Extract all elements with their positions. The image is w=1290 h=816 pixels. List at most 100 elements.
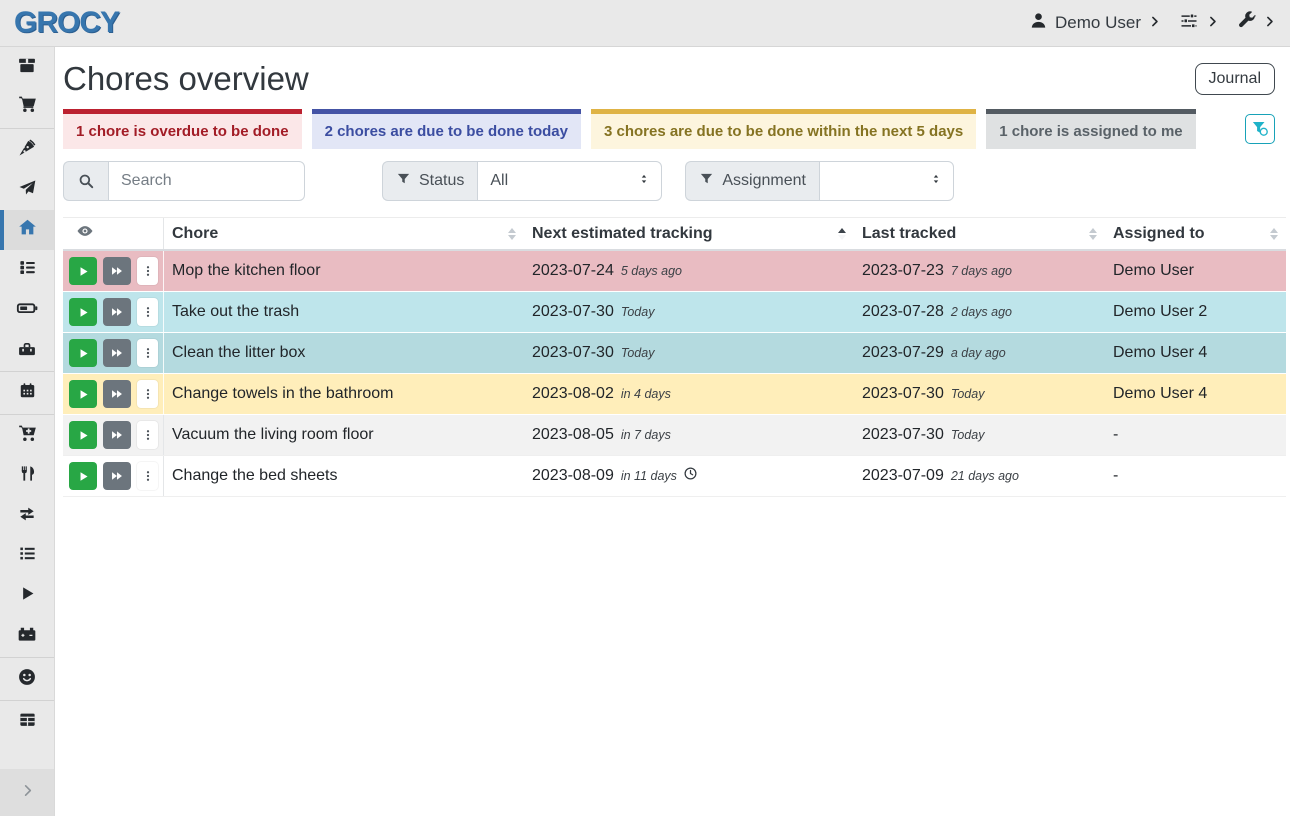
clear-filter-icon — [1251, 119, 1269, 140]
table-row: Mop the kitchen floor 2023-07-24 5 days a… — [63, 251, 1286, 292]
banner-overdue[interactable]: 1 chore is overdue to be done — [63, 109, 302, 149]
status-select[interactable]: All — [477, 161, 662, 201]
track-execution-button[interactable] — [69, 298, 97, 326]
last-tracked-date: 2023-07-09 — [862, 467, 944, 485]
sidebar-item-chores-overview[interactable] — [0, 210, 54, 250]
row-menu-button[interactable] — [137, 421, 158, 449]
column-header-last-tracked[interactable]: Last tracked — [854, 218, 1105, 249]
sidebar-spacer — [0, 742, 54, 769]
car-battery-icon — [17, 624, 37, 649]
search-group — [63, 161, 305, 201]
track-execution-button[interactable] — [69, 380, 97, 408]
cart-icon — [17, 94, 38, 120]
sidebar-divider — [0, 414, 54, 415]
sidebar-collapse-toggle[interactable] — [0, 769, 54, 816]
next-tracking-date: 2023-07-24 — [532, 262, 614, 280]
toolbox-icon — [17, 338, 37, 363]
row-menu-button[interactable] — [137, 298, 158, 326]
last-tracked-date: 2023-07-30 — [862, 426, 944, 444]
sidebar-item-master-data[interactable] — [0, 702, 54, 742]
track-execution-button[interactable] — [69, 462, 97, 490]
filter-icon — [396, 171, 411, 191]
track-execution-button[interactable] — [69, 339, 97, 367]
next-tracking-relative: in 7 days — [621, 428, 671, 442]
last-tracked-relative: 21 days ago — [951, 469, 1019, 483]
user-menu[interactable]: Demo User — [1029, 11, 1161, 35]
eye-icon — [76, 222, 94, 245]
skip-execution-button[interactable] — [103, 380, 131, 408]
play-icon — [18, 584, 37, 608]
clear-filters-button[interactable] — [1245, 114, 1275, 144]
search-input[interactable] — [108, 161, 305, 201]
chevron-right-icon — [1148, 13, 1161, 33]
next-tracking-date: 2023-07-30 — [532, 303, 614, 321]
sort-icon — [508, 228, 516, 240]
next-tracking-relative: in 11 days — [621, 469, 677, 483]
journal-button[interactable]: Journal — [1195, 63, 1275, 95]
select-caret-icon — [637, 172, 651, 191]
chore-name: Mop the kitchen floor — [164, 251, 524, 291]
table-row: Clean the litter box 2023-07-30Today 202… — [63, 333, 1286, 374]
sidebar-item-userentities[interactable] — [0, 659, 54, 699]
sidebar-item-batteries-overview[interactable] — [0, 290, 54, 330]
table-row: Change the bed sheets 2023-08-09in 11 da… — [63, 456, 1286, 497]
sidebar-item-shopping-list[interactable] — [0, 87, 54, 127]
banner-due-soon[interactable]: 3 chores are due to be done within the n… — [591, 109, 976, 149]
sidebar-divider — [0, 371, 54, 372]
status-filter-group: Status All — [382, 161, 662, 201]
sidebar-item-stock-overview[interactable] — [0, 47, 54, 87]
utensils-icon — [18, 464, 37, 488]
wrench-icon — [1237, 11, 1256, 35]
admin-menu[interactable] — [1237, 11, 1276, 35]
sliders-icon — [1179, 11, 1199, 36]
assignment-select[interactable] — [819, 161, 954, 201]
next-tracking-relative: in 4 days — [621, 387, 671, 401]
sidebar-item-calendar[interactable] — [0, 373, 54, 413]
skip-execution-button[interactable] — [103, 421, 131, 449]
sidebar-item-inventory[interactable] — [0, 536, 54, 576]
assigned-to: Demo User 2 — [1105, 292, 1286, 332]
row-menu-button[interactable] — [137, 380, 158, 408]
banner-due-today[interactable]: 2 chores are due to be done today — [312, 109, 581, 149]
next-tracking-relative: 5 days ago — [621, 264, 682, 278]
last-tracked-date: 2023-07-28 — [862, 303, 944, 321]
skip-execution-button[interactable] — [103, 298, 131, 326]
sidebar-item-transfer[interactable] — [0, 496, 54, 536]
next-tracking-relative: Today — [621, 346, 655, 360]
sidebar-item-consume[interactable] — [0, 456, 54, 496]
sidebar-item-tasks[interactable] — [0, 250, 54, 290]
last-tracked-relative: Today — [951, 387, 985, 401]
skip-execution-button[interactable] — [103, 257, 131, 285]
column-header-next-tracking[interactable]: Next estimated tracking — [524, 218, 854, 249]
top-navbar: GROCY Demo User — [0, 0, 1290, 47]
column-visibility-toggle[interactable] — [63, 218, 164, 249]
sidebar-item-meal-plan[interactable] — [0, 170, 54, 210]
settings-menu[interactable] — [1179, 11, 1219, 36]
sidebar-item-recipes[interactable] — [0, 130, 54, 170]
column-header-assigned-to[interactable]: Assigned to — [1105, 218, 1286, 249]
row-menu-button[interactable] — [137, 462, 158, 490]
column-header-chore[interactable]: Chore — [164, 218, 524, 249]
sidebar-item-purchase[interactable] — [0, 416, 54, 456]
last-tracked-date: 2023-07-29 — [862, 344, 944, 362]
skip-execution-button[interactable] — [103, 462, 131, 490]
chore-name: Vacuum the living room floor — [164, 415, 524, 455]
banner-assigned-to-me[interactable]: 1 chore is assigned to me — [986, 109, 1195, 149]
cart-plus-icon — [17, 423, 38, 449]
sort-icon — [1089, 228, 1097, 240]
sidebar-item-chore-tracking[interactable] — [0, 576, 54, 616]
track-execution-button[interactable] — [69, 421, 97, 449]
row-menu-button[interactable] — [137, 339, 158, 367]
assignment-filter-label: Assignment — [722, 172, 806, 190]
app-logo[interactable]: GROCY — [14, 6, 119, 40]
battery-icon — [16, 297, 38, 324]
row-menu-button[interactable] — [137, 257, 158, 285]
sidebar-divider — [0, 128, 54, 129]
sidebar-item-equipment[interactable] — [0, 330, 54, 370]
sidebar-item-battery-tracking[interactable] — [0, 616, 54, 656]
list-icon — [18, 544, 37, 568]
next-tracking-date: 2023-08-09 — [532, 467, 614, 485]
pizza-icon — [17, 138, 37, 163]
track-execution-button[interactable] — [69, 257, 97, 285]
skip-execution-button[interactable] — [103, 339, 131, 367]
